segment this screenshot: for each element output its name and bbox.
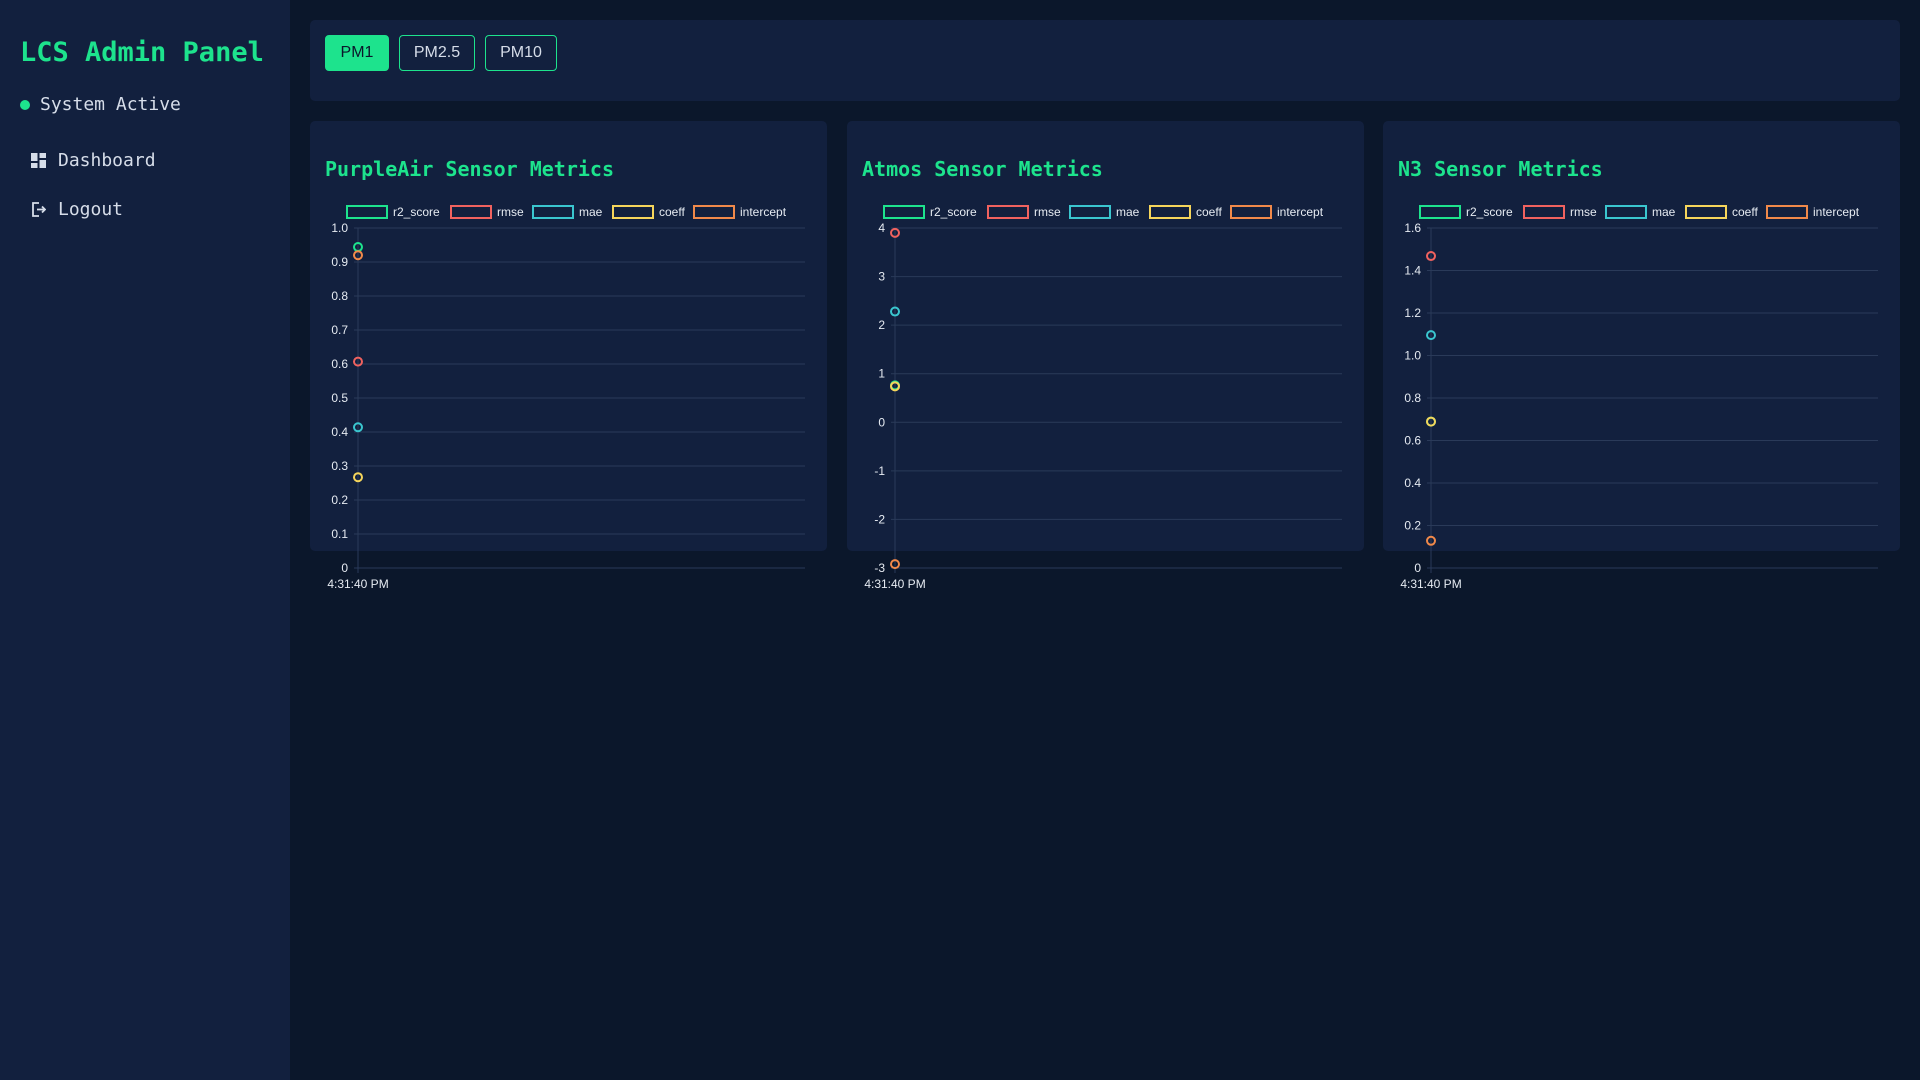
- status-text: System Active: [40, 94, 181, 115]
- legend-swatch: [1230, 205, 1272, 219]
- y-tick-label: 0.1: [331, 527, 348, 541]
- y-tick-label: 0.6: [1404, 434, 1421, 448]
- purpleair-metrics-chart: r2_score rmse mae coeff intercept 0 0.1 0.2 0.3 0…: [327, 205, 805, 591]
- legend-label: intercept: [1277, 205, 1324, 219]
- nav-logout-label: Logout: [58, 199, 124, 220]
- legend-swatch: [883, 205, 925, 219]
- y-tick-label: 0: [341, 561, 348, 575]
- legend-item-coeff[interactable]: coeff: [1149, 205, 1222, 219]
- legend-swatch: [1605, 205, 1647, 219]
- legend-swatch: [1149, 205, 1191, 219]
- status-dot-icon: [20, 99, 30, 110]
- legend-label: mae: [1116, 205, 1140, 219]
- legend-item-rmse[interactable]: rmse: [450, 205, 524, 219]
- nav-logout[interactable]: Logout: [31, 199, 123, 220]
- logout-icon: [32, 202, 46, 217]
- legend-swatch: [532, 205, 574, 219]
- y-tick-label: 1.6: [1404, 221, 1421, 235]
- legend-item-mae[interactable]: mae: [1069, 205, 1140, 219]
- pm-tab-bar: PM1 PM2.5 PM10: [310, 20, 1900, 101]
- y-tick-label: 1.0: [331, 221, 348, 235]
- y-tick-label: 0.2: [331, 493, 348, 507]
- legend-item-rmse[interactable]: rmse: [1523, 205, 1597, 219]
- legend-swatch: [346, 205, 388, 219]
- x-tick-label: 4:31:40 PM: [1400, 577, 1461, 591]
- legend-swatch: [987, 205, 1029, 219]
- atmos-metrics-chart: r2_score rmse mae coeff intercept -3 -2 -1 0 1 2 3 4…: [864, 205, 1342, 591]
- x-tick-label: 4:31:40 PM: [864, 577, 925, 591]
- y-tick-label: 0.2: [1404, 519, 1421, 533]
- app-title: LCS Admin Panel: [20, 37, 264, 68]
- system-status: System Active: [20, 94, 181, 115]
- legend-item-rmse[interactable]: rmse: [987, 205, 1061, 219]
- legend-label: mae: [579, 205, 603, 219]
- y-tick-label: 0.7: [331, 323, 348, 337]
- y-tick-label: 2: [878, 318, 885, 332]
- purpleair-metrics-card: PurpleAir Sensor Metrics r2_score rmse mae…: [310, 121, 827, 591]
- y-tick-label: 0.8: [1404, 391, 1421, 405]
- legend-swatch: [450, 205, 492, 219]
- legend-swatch: [1685, 205, 1727, 219]
- x-tick-label: 4:31:40 PM: [327, 577, 388, 591]
- legend-label: r2_score: [393, 205, 440, 219]
- legend-item-r2_score[interactable]: r2_score: [346, 205, 440, 219]
- atmos-metrics-card: Atmos Sensor Metrics r2_score rmse mae coef…: [847, 121, 1364, 591]
- legend-item-mae[interactable]: mae: [532, 205, 603, 219]
- n3-metrics-card: N3 Sensor Metrics r2_score rmse mae coeff in…: [1383, 121, 1900, 591]
- y-tick-label: 0.4: [1404, 476, 1421, 490]
- y-tick-label: 0.5: [331, 391, 348, 405]
- tab-pm2-5[interactable]: PM2.5: [399, 35, 475, 71]
- tab-pm10[interactable]: PM10: [485, 35, 557, 71]
- legend-swatch: [612, 205, 654, 219]
- legend-item-mae[interactable]: mae: [1605, 205, 1676, 219]
- y-tick-label: 0: [878, 415, 885, 429]
- y-tick-label: 0.6: [331, 357, 348, 371]
- legend-swatch: [1069, 205, 1111, 219]
- y-tick-label: 0: [1414, 561, 1421, 575]
- y-tick-label: 0.4: [331, 425, 348, 439]
- y-tick-label: 1.0: [1404, 349, 1421, 363]
- nav-dashboard-label: Dashboard: [58, 150, 156, 171]
- legend-swatch: [1419, 205, 1461, 219]
- y-tick-label: 1: [878, 367, 885, 381]
- legend-label: coeff: [1732, 205, 1758, 219]
- legend-item-intercept[interactable]: intercept: [1230, 205, 1324, 219]
- legend-item-intercept[interactable]: intercept: [693, 205, 787, 219]
- legend-item-r2_score[interactable]: r2_score: [1419, 205, 1513, 219]
- y-tick-label: 1.2: [1404, 306, 1421, 320]
- tab-pm1[interactable]: PM1: [325, 35, 389, 71]
- legend-label: intercept: [740, 205, 787, 219]
- legend-label: rmse: [497, 205, 524, 219]
- y-tick-label: 3: [878, 270, 885, 284]
- y-tick-label: 4: [878, 221, 885, 235]
- legend-item-coeff[interactable]: coeff: [612, 205, 685, 219]
- y-tick-label: -1: [874, 464, 885, 478]
- legend-label: coeff: [659, 205, 685, 219]
- dashboard-icon: [31, 153, 46, 168]
- n3-metrics-chart: r2_score rmse mae coeff intercept 0 0.2 0.4 0.6 0…: [1400, 205, 1878, 591]
- legend-label: rmse: [1034, 205, 1061, 219]
- legend-label: coeff: [1196, 205, 1222, 219]
- legend-label: r2_score: [930, 205, 977, 219]
- legend-label: mae: [1652, 205, 1676, 219]
- legend-swatch: [1523, 205, 1565, 219]
- nav-dashboard[interactable]: Dashboard: [31, 150, 156, 171]
- legend-label: r2_score: [1466, 205, 1513, 219]
- y-tick-label: 1.4: [1404, 264, 1421, 278]
- legend-swatch: [693, 205, 735, 219]
- legend-label: rmse: [1570, 205, 1597, 219]
- legend-label: intercept: [1813, 205, 1860, 219]
- legend-item-coeff[interactable]: coeff: [1685, 205, 1758, 219]
- y-tick-label: -3: [874, 561, 885, 575]
- legend-item-r2_score[interactable]: r2_score: [883, 205, 977, 219]
- y-tick-label: 0.9: [331, 255, 348, 269]
- legend-item-intercept[interactable]: intercept: [1766, 205, 1860, 219]
- sidebar: LCS Admin Panel System Active Dashboard …: [0, 0, 290, 1080]
- legend-swatch: [1766, 205, 1808, 219]
- y-tick-label: 0.8: [331, 289, 348, 303]
- y-tick-label: -2: [874, 512, 885, 526]
- y-tick-label: 0.3: [331, 459, 348, 473]
